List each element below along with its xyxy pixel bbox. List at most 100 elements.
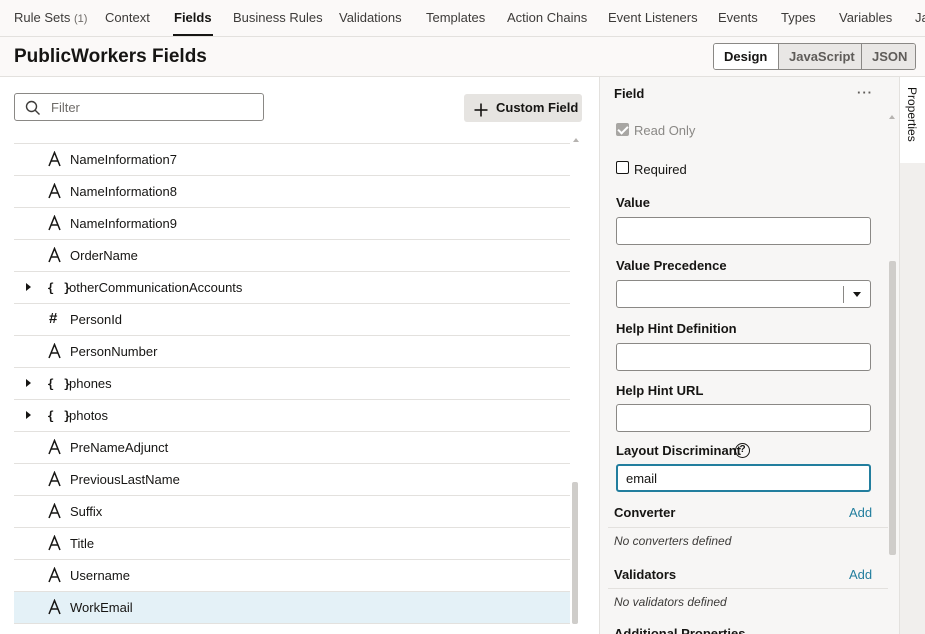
list-item[interactable]: NameInformation8 bbox=[14, 176, 570, 208]
field-name: NameInformation9 bbox=[70, 216, 177, 231]
field-name: NameInformation8 bbox=[70, 184, 177, 199]
title-bar: PublicWorkers Fields Design JavaScript J… bbox=[0, 37, 925, 77]
list-item[interactable]: { } photos bbox=[14, 400, 570, 432]
text-type-icon bbox=[48, 567, 61, 585]
list-item[interactable]: PreNameAdjunct bbox=[14, 432, 570, 464]
field-name: phones bbox=[69, 376, 112, 391]
more-options-icon[interactable]: ··· bbox=[857, 85, 873, 100]
text-type-icon bbox=[48, 151, 61, 169]
text-type-icon bbox=[48, 439, 61, 457]
expand-caret-icon[interactable] bbox=[26, 379, 31, 387]
converter-empty-text: No converters defined bbox=[614, 534, 732, 548]
tab-validations[interactable]: Validations bbox=[339, 0, 402, 36]
list-item[interactable]: { } phones bbox=[14, 368, 570, 400]
list-item[interactable]: Suffix bbox=[14, 496, 570, 528]
properties-scrollbar[interactable] bbox=[889, 261, 896, 555]
list-item-selected[interactable]: WorkEmail bbox=[14, 592, 570, 624]
field-name: OrderName bbox=[70, 248, 138, 263]
text-type-icon bbox=[48, 343, 61, 361]
field-name: NameInformation7 bbox=[70, 152, 177, 167]
tab-types[interactable]: Types bbox=[781, 0, 816, 36]
side-tab-bar: Properties bbox=[899, 77, 925, 634]
text-type-icon bbox=[48, 599, 61, 617]
add-converter-link[interactable]: Add bbox=[849, 505, 872, 520]
tab-events[interactable]: Events bbox=[718, 0, 758, 36]
chevron-down-icon[interactable] bbox=[853, 292, 861, 297]
text-type-icon bbox=[48, 215, 61, 233]
list-item[interactable]: PersonNumber bbox=[14, 336, 570, 368]
list-item[interactable]: { } otherCommunicationAccounts bbox=[14, 272, 570, 304]
help-hint-definition-input[interactable] bbox=[616, 343, 871, 371]
help-hint-url-label: Help Hint URL bbox=[616, 383, 704, 398]
field-name: PreviousLastName bbox=[70, 472, 180, 487]
filter-field[interactable] bbox=[14, 93, 264, 121]
list-scrollbar[interactable] bbox=[572, 482, 578, 624]
add-validator-link[interactable]: Add bbox=[849, 567, 872, 582]
help-hint-url-input[interactable] bbox=[616, 404, 871, 432]
filter-input[interactable] bbox=[51, 98, 251, 116]
object-type-icon: { } bbox=[47, 377, 72, 391]
tab-rule-sets[interactable]: Rule Sets (1) bbox=[14, 0, 88, 36]
tab-event-listeners[interactable]: Event Listeners bbox=[608, 0, 698, 36]
additional-properties-label: Additional Properties bbox=[614, 626, 746, 634]
read-only-label: Read Only bbox=[634, 123, 696, 138]
number-type-icon: # bbox=[49, 310, 58, 327]
required-checkbox[interactable] bbox=[616, 161, 629, 174]
tab-context[interactable]: Context bbox=[105, 0, 150, 36]
text-type-icon bbox=[48, 503, 61, 521]
text-type-icon bbox=[48, 183, 61, 201]
help-hint-definition-label: Help Hint Definition bbox=[616, 321, 737, 336]
list-item[interactable]: OrderName bbox=[14, 240, 570, 272]
fields-panel: Custom Field NameInformation7 NameInform… bbox=[0, 77, 599, 634]
view-mode-switch: Design JavaScript JSON bbox=[713, 43, 916, 70]
tab-count: (1) bbox=[74, 13, 88, 25]
custom-field-button[interactable]: Custom Field bbox=[464, 94, 582, 122]
properties-panel: Field ··· Read Only Required Value Value… bbox=[599, 77, 899, 634]
properties-title: Field bbox=[614, 86, 645, 101]
value-precedence-select[interactable] bbox=[616, 280, 871, 308]
list-item[interactable]: PreviousLastName bbox=[14, 464, 570, 496]
json-view-button[interactable]: JSON bbox=[861, 44, 915, 69]
search-icon bbox=[25, 100, 41, 119]
field-name: otherCommunicationAccounts bbox=[69, 280, 243, 295]
value-input[interactable] bbox=[616, 217, 871, 245]
list-item[interactable]: NameInformation9 bbox=[14, 208, 570, 240]
scroll-up-arrow-icon[interactable] bbox=[573, 138, 579, 142]
field-name: PreNameAdjunct bbox=[70, 440, 169, 455]
field-name: photos bbox=[69, 408, 109, 423]
tab-fields[interactable]: Fields bbox=[173, 0, 213, 36]
read-only-checkbox[interactable] bbox=[616, 123, 629, 136]
list-item[interactable]: Username bbox=[14, 560, 570, 592]
javascript-view-button[interactable]: JavaScript bbox=[778, 44, 861, 69]
field-name: PersonId bbox=[70, 312, 123, 327]
tab-overflow[interactable]: Ja bbox=[915, 0, 925, 36]
fields-list: NameInformation7 NameInformation8 NameIn… bbox=[14, 144, 570, 624]
object-type-icon: { } bbox=[47, 409, 72, 423]
tab-business-rules[interactable]: Business Rules bbox=[233, 0, 323, 36]
tab-variables[interactable]: Variables bbox=[839, 0, 892, 36]
value-label: Value bbox=[616, 195, 650, 210]
layout-discriminant-input[interactable] bbox=[616, 464, 871, 492]
expand-caret-icon[interactable] bbox=[26, 283, 31, 291]
text-type-icon bbox=[48, 535, 61, 553]
properties-side-tab[interactable]: Properties bbox=[900, 77, 925, 163]
scroll-up-arrow-icon[interactable] bbox=[889, 115, 895, 119]
expand-caret-icon[interactable] bbox=[26, 411, 31, 419]
list-item[interactable]: # PersonId bbox=[14, 304, 570, 336]
page-title: PublicWorkers Fields bbox=[14, 46, 207, 67]
field-name: Title bbox=[70, 536, 95, 551]
converter-label: Converter bbox=[614, 505, 676, 520]
object-type-icon: { } bbox=[47, 281, 72, 295]
plus-icon bbox=[473, 100, 489, 128]
field-name: Suffix bbox=[70, 504, 103, 519]
properties-side-tab-label: Properties bbox=[905, 87, 919, 142]
list-item[interactable]: NameInformation7 bbox=[14, 144, 570, 176]
help-icon[interactable]: ? bbox=[735, 443, 750, 458]
tab-label: Rule Sets bbox=[14, 10, 71, 25]
tab-action-chains[interactable]: Action Chains bbox=[507, 0, 587, 36]
custom-field-label: Custom Field bbox=[496, 100, 579, 115]
list-item[interactable]: Title bbox=[14, 528, 570, 560]
tab-templates[interactable]: Templates bbox=[426, 0, 485, 36]
text-type-icon bbox=[48, 471, 61, 489]
design-view-button[interactable]: Design bbox=[714, 44, 778, 69]
